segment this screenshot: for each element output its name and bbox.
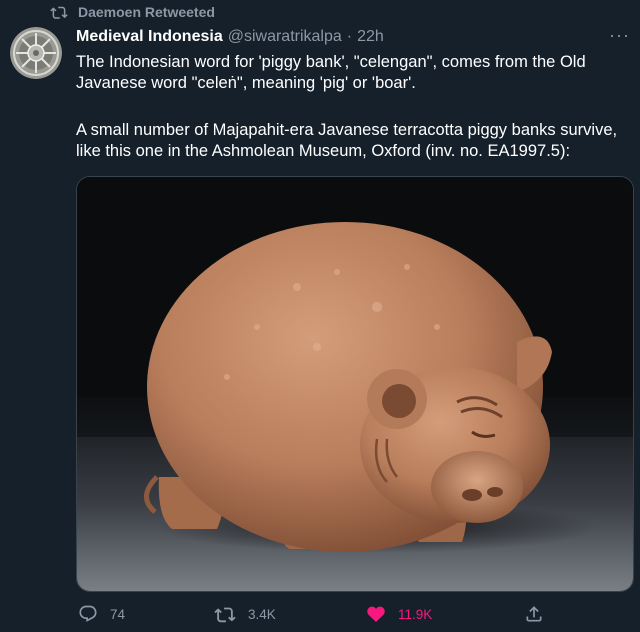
like-count: 11.9K [398,606,433,622]
tweet-header: Medieval Indonesia @siwaratrikalpa · 22h [76,28,384,46]
header-separator: · [346,28,353,45]
author-handle[interactable]: @siwaratrikalpa [228,28,342,46]
tweet-text-paragraph-2: A small number of Majapahit-era Javanese… [76,121,618,160]
reply-count: 74 [110,606,126,622]
avatar[interactable] [10,27,62,79]
tweet-text-paragraph-1: The Indonesian word for 'piggy bank', "c… [76,53,586,92]
tweet-timestamp[interactable]: 22h [357,28,384,46]
reply-icon [78,604,98,624]
retweet-icon [50,4,68,20]
retweet-context-label: Daemoen Retweeted [78,4,215,20]
retweet-button[interactable]: 3.4K [214,604,276,624]
retweet-context[interactable]: Daemoen Retweeted [50,4,215,20]
retweet-icon [214,604,236,624]
terracotta-piggy-bank-photo [77,177,633,591]
author-display-name[interactable]: Medieval Indonesia [76,28,223,46]
reply-button[interactable]: 74 [78,604,125,624]
medieval-ornament-avatar [10,27,62,79]
tweet[interactable]: Daemoen Retweeted Medieval Indonesia @si… [0,0,640,632]
like-button[interactable]: 11.9K [366,604,432,624]
heart-filled-icon [366,604,386,624]
share-button[interactable] [524,604,544,624]
more-options-button[interactable]: ··· [609,26,630,44]
tweet-actions: 74 3.4K 11.9K [76,604,556,626]
retweet-count: 3.4K [248,606,276,622]
share-icon [524,604,544,624]
tweet-media-image[interactable] [76,176,634,592]
